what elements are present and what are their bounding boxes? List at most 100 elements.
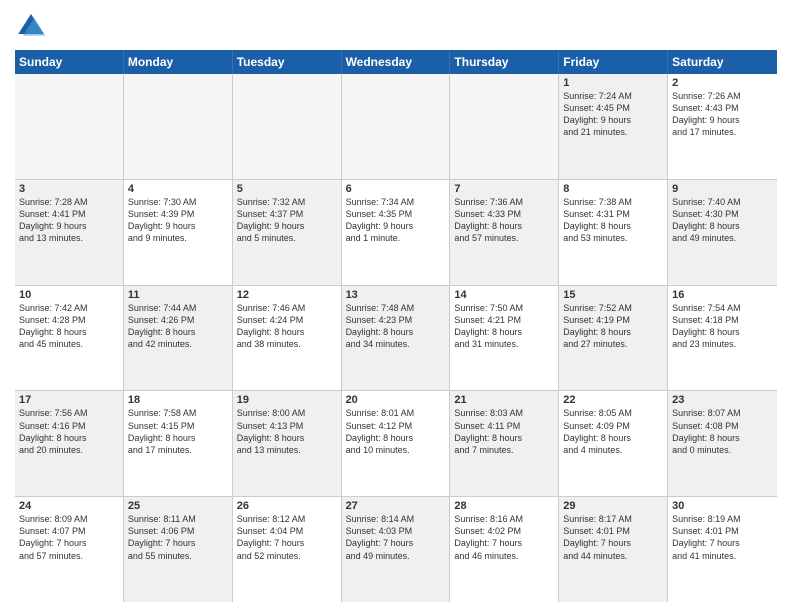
day-number: 4 <box>128 183 228 195</box>
day-number: 17 <box>19 394 119 406</box>
day-info: Sunrise: 8:12 AM Sunset: 4:04 PM Dayligh… <box>237 513 337 562</box>
day-number: 12 <box>237 289 337 301</box>
day-info: Sunrise: 8:11 AM Sunset: 4:06 PM Dayligh… <box>128 513 228 562</box>
cal-cell-day-3: 3Sunrise: 7:28 AM Sunset: 4:41 PM Daylig… <box>15 180 124 285</box>
day-number: 7 <box>454 183 554 195</box>
day-info: Sunrise: 7:48 AM Sunset: 4:23 PM Dayligh… <box>346 302 446 351</box>
day-info: Sunrise: 7:58 AM Sunset: 4:15 PM Dayligh… <box>128 407 228 456</box>
day-number: 2 <box>672 77 773 89</box>
day-number: 28 <box>454 500 554 512</box>
cal-cell-day-17: 17Sunrise: 7:56 AM Sunset: 4:16 PM Dayli… <box>15 391 124 496</box>
day-number: 25 <box>128 500 228 512</box>
cal-cell-day-1: 1Sunrise: 7:24 AM Sunset: 4:45 PM Daylig… <box>559 74 668 179</box>
day-info: Sunrise: 7:32 AM Sunset: 4:37 PM Dayligh… <box>237 196 337 245</box>
day-number: 26 <box>237 500 337 512</box>
cal-cell-day-21: 21Sunrise: 8:03 AM Sunset: 4:11 PM Dayli… <box>450 391 559 496</box>
weekday-header-tuesday: Tuesday <box>233 50 342 74</box>
day-info: Sunrise: 7:30 AM Sunset: 4:39 PM Dayligh… <box>128 196 228 245</box>
day-number: 22 <box>563 394 663 406</box>
cal-row-4: 24Sunrise: 8:09 AM Sunset: 4:07 PM Dayli… <box>15 497 777 602</box>
cal-cell-day-6: 6Sunrise: 7:34 AM Sunset: 4:35 PM Daylig… <box>342 180 451 285</box>
day-info: Sunrise: 8:07 AM Sunset: 4:08 PM Dayligh… <box>672 407 773 456</box>
cal-row-2: 10Sunrise: 7:42 AM Sunset: 4:28 PM Dayli… <box>15 286 777 392</box>
weekday-header-wednesday: Wednesday <box>342 50 451 74</box>
day-number: 3 <box>19 183 119 195</box>
day-info: Sunrise: 7:46 AM Sunset: 4:24 PM Dayligh… <box>237 302 337 351</box>
weekday-header-thursday: Thursday <box>450 50 559 74</box>
cal-cell-day-13: 13Sunrise: 7:48 AM Sunset: 4:23 PM Dayli… <box>342 286 451 391</box>
cal-cell-day-4: 4Sunrise: 7:30 AM Sunset: 4:39 PM Daylig… <box>124 180 233 285</box>
day-number: 9 <box>672 183 773 195</box>
weekday-header-sunday: Sunday <box>15 50 124 74</box>
day-number: 24 <box>19 500 119 512</box>
day-number: 13 <box>346 289 446 301</box>
day-info: Sunrise: 7:24 AM Sunset: 4:45 PM Dayligh… <box>563 90 663 139</box>
day-number: 18 <box>128 394 228 406</box>
day-number: 11 <box>128 289 228 301</box>
cal-cell-day-12: 12Sunrise: 7:46 AM Sunset: 4:24 PM Dayli… <box>233 286 342 391</box>
page: SundayMondayTuesdayWednesdayThursdayFrid… <box>0 0 792 612</box>
cal-cell-day-25: 25Sunrise: 8:11 AM Sunset: 4:06 PM Dayli… <box>124 497 233 602</box>
cal-row-3: 17Sunrise: 7:56 AM Sunset: 4:16 PM Dayli… <box>15 391 777 497</box>
day-info: Sunrise: 8:09 AM Sunset: 4:07 PM Dayligh… <box>19 513 119 562</box>
day-info: Sunrise: 7:54 AM Sunset: 4:18 PM Dayligh… <box>672 302 773 351</box>
day-number: 10 <box>19 289 119 301</box>
day-info: Sunrise: 8:05 AM Sunset: 4:09 PM Dayligh… <box>563 407 663 456</box>
calendar: SundayMondayTuesdayWednesdayThursdayFrid… <box>15 50 777 602</box>
day-info: Sunrise: 8:01 AM Sunset: 4:12 PM Dayligh… <box>346 407 446 456</box>
cal-cell-day-10: 10Sunrise: 7:42 AM Sunset: 4:28 PM Dayli… <box>15 286 124 391</box>
day-number: 1 <box>563 77 663 89</box>
cal-cell-day-20: 20Sunrise: 8:01 AM Sunset: 4:12 PM Dayli… <box>342 391 451 496</box>
day-number: 6 <box>346 183 446 195</box>
cal-cell-day-29: 29Sunrise: 8:17 AM Sunset: 4:01 PM Dayli… <box>559 497 668 602</box>
day-number: 16 <box>672 289 773 301</box>
cal-cell-day-27: 27Sunrise: 8:14 AM Sunset: 4:03 PM Dayli… <box>342 497 451 602</box>
day-info: Sunrise: 8:19 AM Sunset: 4:01 PM Dayligh… <box>672 513 773 562</box>
day-info: Sunrise: 7:52 AM Sunset: 4:19 PM Dayligh… <box>563 302 663 351</box>
cal-cell-empty <box>15 74 124 179</box>
day-info: Sunrise: 7:40 AM Sunset: 4:30 PM Dayligh… <box>672 196 773 245</box>
cal-cell-day-23: 23Sunrise: 8:07 AM Sunset: 4:08 PM Dayli… <box>668 391 777 496</box>
cal-cell-empty <box>233 74 342 179</box>
cal-cell-day-28: 28Sunrise: 8:16 AM Sunset: 4:02 PM Dayli… <box>450 497 559 602</box>
day-number: 15 <box>563 289 663 301</box>
day-info: Sunrise: 8:03 AM Sunset: 4:11 PM Dayligh… <box>454 407 554 456</box>
day-number: 21 <box>454 394 554 406</box>
cal-row-0: 1Sunrise: 7:24 AM Sunset: 4:45 PM Daylig… <box>15 74 777 180</box>
day-info: Sunrise: 7:56 AM Sunset: 4:16 PM Dayligh… <box>19 407 119 456</box>
day-info: Sunrise: 8:14 AM Sunset: 4:03 PM Dayligh… <box>346 513 446 562</box>
cal-cell-day-2: 2Sunrise: 7:26 AM Sunset: 4:43 PM Daylig… <box>668 74 777 179</box>
header <box>15 10 777 42</box>
cal-cell-empty <box>342 74 451 179</box>
cal-cell-empty <box>450 74 559 179</box>
logo-icon <box>15 10 47 42</box>
cal-cell-day-24: 24Sunrise: 8:09 AM Sunset: 4:07 PM Dayli… <box>15 497 124 602</box>
day-info: Sunrise: 8:00 AM Sunset: 4:13 PM Dayligh… <box>237 407 337 456</box>
day-number: 30 <box>672 500 773 512</box>
day-number: 23 <box>672 394 773 406</box>
day-info: Sunrise: 8:17 AM Sunset: 4:01 PM Dayligh… <box>563 513 663 562</box>
cal-cell-day-7: 7Sunrise: 7:36 AM Sunset: 4:33 PM Daylig… <box>450 180 559 285</box>
weekday-header-friday: Friday <box>559 50 668 74</box>
day-number: 20 <box>346 394 446 406</box>
day-info: Sunrise: 7:38 AM Sunset: 4:31 PM Dayligh… <box>563 196 663 245</box>
cal-row-1: 3Sunrise: 7:28 AM Sunset: 4:41 PM Daylig… <box>15 180 777 286</box>
day-number: 29 <box>563 500 663 512</box>
day-info: Sunrise: 7:44 AM Sunset: 4:26 PM Dayligh… <box>128 302 228 351</box>
weekday-header-monday: Monday <box>124 50 233 74</box>
day-number: 14 <box>454 289 554 301</box>
day-info: Sunrise: 7:42 AM Sunset: 4:28 PM Dayligh… <box>19 302 119 351</box>
cal-header: SundayMondayTuesdayWednesdayThursdayFrid… <box>15 50 777 74</box>
cal-cell-day-9: 9Sunrise: 7:40 AM Sunset: 4:30 PM Daylig… <box>668 180 777 285</box>
weekday-header-saturday: Saturday <box>668 50 777 74</box>
cal-cell-day-15: 15Sunrise: 7:52 AM Sunset: 4:19 PM Dayli… <box>559 286 668 391</box>
cal-cell-day-18: 18Sunrise: 7:58 AM Sunset: 4:15 PM Dayli… <box>124 391 233 496</box>
day-info: Sunrise: 7:28 AM Sunset: 4:41 PM Dayligh… <box>19 196 119 245</box>
cal-cell-day-5: 5Sunrise: 7:32 AM Sunset: 4:37 PM Daylig… <box>233 180 342 285</box>
cal-cell-day-30: 30Sunrise: 8:19 AM Sunset: 4:01 PM Dayli… <box>668 497 777 602</box>
cal-cell-day-14: 14Sunrise: 7:50 AM Sunset: 4:21 PM Dayli… <box>450 286 559 391</box>
cal-cell-day-11: 11Sunrise: 7:44 AM Sunset: 4:26 PM Dayli… <box>124 286 233 391</box>
day-info: Sunrise: 7:36 AM Sunset: 4:33 PM Dayligh… <box>454 196 554 245</box>
cal-cell-day-19: 19Sunrise: 8:00 AM Sunset: 4:13 PM Dayli… <box>233 391 342 496</box>
cal-cell-empty <box>124 74 233 179</box>
